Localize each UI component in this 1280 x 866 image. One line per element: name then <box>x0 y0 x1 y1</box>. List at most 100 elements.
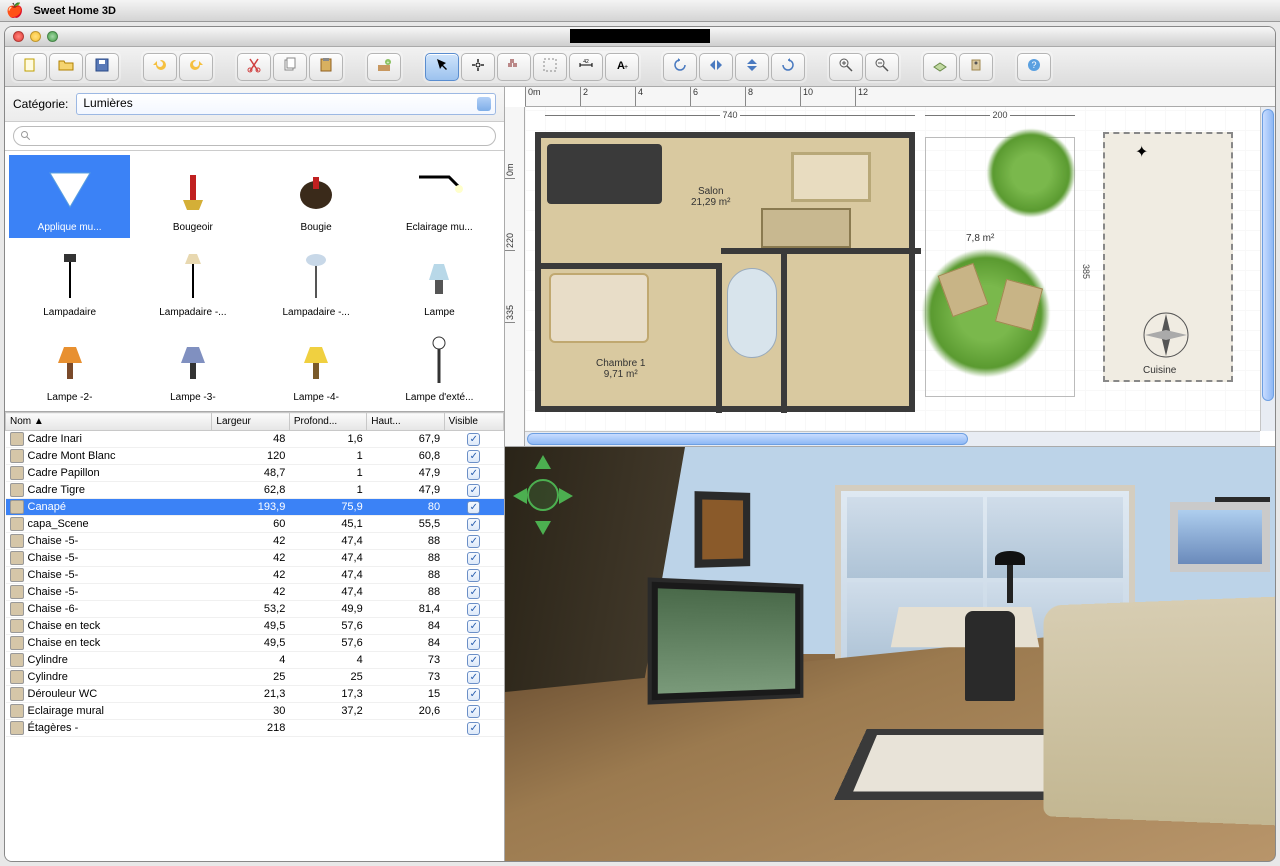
toolbar-3d-aerial-button[interactable] <box>923 53 957 81</box>
toolbar-paste-button[interactable] <box>309 53 343 81</box>
furniture-row[interactable]: Cadre Inari481,667,9✓ <box>6 431 504 448</box>
visible-checkbox[interactable]: ✓ <box>467 586 480 599</box>
catalog-item[interactable]: Bougeoir <box>132 155 253 238</box>
toolbar-cut-button[interactable] <box>237 53 271 81</box>
furniture-list[interactable]: Nom ▲ Largeur Profond... Haut... Visible… <box>5 411 504 861</box>
furniture-row[interactable]: Chaise -5-4247,488✓ <box>6 550 504 567</box>
visible-checkbox[interactable]: ✓ <box>467 688 480 701</box>
catalog-item[interactable]: Lampadaire <box>9 240 130 323</box>
visible-checkbox[interactable]: ✓ <box>467 603 480 616</box>
catalog-item[interactable]: Lampe -4- <box>256 325 377 408</box>
toolbar-create-dimensions-button[interactable]: 42 <box>569 53 603 81</box>
toolbar-zoom-out-button[interactable] <box>865 53 899 81</box>
room-chambre[interactable]: Chambre 19,71 m² <box>596 358 645 380</box>
toolbar-flip-v-button[interactable] <box>735 53 769 81</box>
visible-checkbox[interactable]: ✓ <box>467 450 480 463</box>
visible-checkbox[interactable]: ✓ <box>467 433 480 446</box>
visible-checkbox[interactable]: ✓ <box>467 569 480 582</box>
col-name[interactable]: Nom ▲ <box>6 413 212 431</box>
visible-checkbox[interactable]: ✓ <box>467 671 480 684</box>
nav-down-button[interactable] <box>535 521 551 535</box>
visible-checkbox[interactable]: ✓ <box>467 620 480 633</box>
catalog-item[interactable]: Lampe -3- <box>132 325 253 408</box>
visible-checkbox[interactable]: ✓ <box>467 722 480 735</box>
nav-up-button[interactable] <box>535 455 551 469</box>
toolbar-copy-button[interactable] <box>273 53 307 81</box>
nav-center-button[interactable] <box>527 479 559 511</box>
furniture-row[interactable]: Cadre Tigre62,8147,9✓ <box>6 482 504 499</box>
furniture-row[interactable]: Cylindre4473✓ <box>6 652 504 669</box>
col-visible[interactable]: Visible <box>444 413 503 431</box>
window-zoom-button[interactable] <box>47 31 58 42</box>
catalog-item[interactable]: Lampadaire -... <box>132 240 253 323</box>
window-titlebar[interactable] <box>5 27 1275 47</box>
catalog-panel[interactable]: Applique mu...BougeoirBougieEclairage mu… <box>5 151 504 411</box>
room-salon[interactable]: Salon21,29 m² <box>691 186 730 208</box>
furniture-row[interactable]: Chaise -5-4247,488✓ <box>6 584 504 601</box>
toolbar-help-button[interactable]: ? <box>1017 53 1051 81</box>
toolbar-save-file-button[interactable] <box>85 53 119 81</box>
visible-checkbox[interactable]: ✓ <box>467 535 480 548</box>
cuisine-area[interactable]: ✦ Cuisine <box>1103 132 1233 382</box>
furniture-row[interactable]: Chaise -5-4247,488✓ <box>6 567 504 584</box>
apple-menu-icon[interactable]: 🍎 <box>6 2 23 19</box>
visible-checkbox[interactable]: ✓ <box>467 484 480 497</box>
visible-checkbox[interactable]: ✓ <box>467 467 480 480</box>
view-3d[interactable] <box>505 447 1275 861</box>
toolbar-new-file-button[interactable] <box>13 53 47 81</box>
furniture-row[interactable]: Eclairage mural3037,220,6✓ <box>6 703 504 720</box>
plan-canvas[interactable]: 740 200 Salon21,29 m² Chambre 19,71 m² <box>525 107 1275 431</box>
catalog-item[interactable]: Eclairage mu... <box>379 155 500 238</box>
col-depth[interactable]: Profond... <box>289 413 366 431</box>
toolbar-3d-virtual-button[interactable] <box>959 53 993 81</box>
furniture-row[interactable]: Cadre Mont Blanc120160,8✓ <box>6 448 504 465</box>
furniture-row[interactable]: Chaise -6-53,249,981,4✓ <box>6 601 504 618</box>
catalog-item[interactable]: Applique mu... <box>9 155 130 238</box>
furniture-row[interactable]: Canapé193,975,980✓ <box>6 499 504 516</box>
furniture-row[interactable]: Dérouleur WC21,317,315✓ <box>6 686 504 703</box>
visible-checkbox[interactable]: ✓ <box>467 501 480 514</box>
window-close-button[interactable] <box>13 31 24 42</box>
furniture-row[interactable]: Chaise en teck49,557,684✓ <box>6 618 504 635</box>
furniture-row[interactable]: Chaise en teck49,557,684✓ <box>6 635 504 652</box>
catalog-item[interactable]: Lampe <box>379 240 500 323</box>
window-minimize-button[interactable] <box>30 31 41 42</box>
catalog-item[interactable]: Lampadaire -... <box>256 240 377 323</box>
plan-2d-view[interactable]: 0m24681012 0m220335 740 200 Salon21,29 m… <box>505 87 1275 447</box>
catalog-item[interactable]: Bougie <box>256 155 377 238</box>
furniture-row[interactable]: Chaise -5-4247,488✓ <box>6 533 504 550</box>
toolbar-select-button[interactable] <box>425 53 459 81</box>
toolbar-rotate-right-button[interactable] <box>771 53 805 81</box>
toolbar-redo-button[interactable] <box>179 53 213 81</box>
plan-scrollbar-v[interactable] <box>1260 107 1275 431</box>
toolbar-pan-button[interactable] <box>461 53 495 81</box>
toolbar-open-file-button[interactable] <box>49 53 83 81</box>
furniture-row[interactable]: Cadre Papillon48,7147,9✓ <box>6 465 504 482</box>
nav-right-button[interactable] <box>559 488 573 504</box>
toolbar-create-walls-button[interactable] <box>497 53 531 81</box>
category-selector[interactable]: Lumières <box>76 93 496 115</box>
visible-checkbox[interactable]: ✓ <box>467 637 480 650</box>
house-outline[interactable]: Salon21,29 m² Chambre 19,71 m² 5,16 m² <box>535 132 915 412</box>
furniture-row[interactable]: Étagères -218✓ <box>6 720 504 737</box>
furniture-row[interactable]: Cylindre252573✓ <box>6 669 504 686</box>
plan-scrollbar-h[interactable] <box>525 431 1260 446</box>
visible-checkbox[interactable]: ✓ <box>467 705 480 718</box>
catalog-search-input[interactable] <box>13 126 496 146</box>
col-width[interactable]: Largeur <box>212 413 289 431</box>
nav-left-button[interactable] <box>513 488 527 504</box>
col-height[interactable]: Haut... <box>367 413 444 431</box>
visible-checkbox[interactable]: ✓ <box>467 552 480 565</box>
visible-checkbox[interactable]: ✓ <box>467 654 480 667</box>
catalog-item[interactable]: Lampe d'exté... <box>379 325 500 408</box>
toolbar-create-rooms-button[interactable] <box>533 53 567 81</box>
garden-area[interactable]: 7,8 m² <box>925 137 1075 397</box>
toolbar-add-furniture-button[interactable]: + <box>367 53 401 81</box>
furniture-row[interactable]: capa_Scene6045,155,5✓ <box>6 516 504 533</box>
catalog-item[interactable]: Lampe -2- <box>9 325 130 408</box>
toolbar-create-text-button[interactable]: A+ <box>605 53 639 81</box>
visible-checkbox[interactable]: ✓ <box>467 518 480 531</box>
app-menu-name[interactable]: Sweet Home 3D <box>33 5 116 17</box>
toolbar-zoom-in-button[interactable] <box>829 53 863 81</box>
toolbar-rotate-left-button[interactable] <box>663 53 697 81</box>
